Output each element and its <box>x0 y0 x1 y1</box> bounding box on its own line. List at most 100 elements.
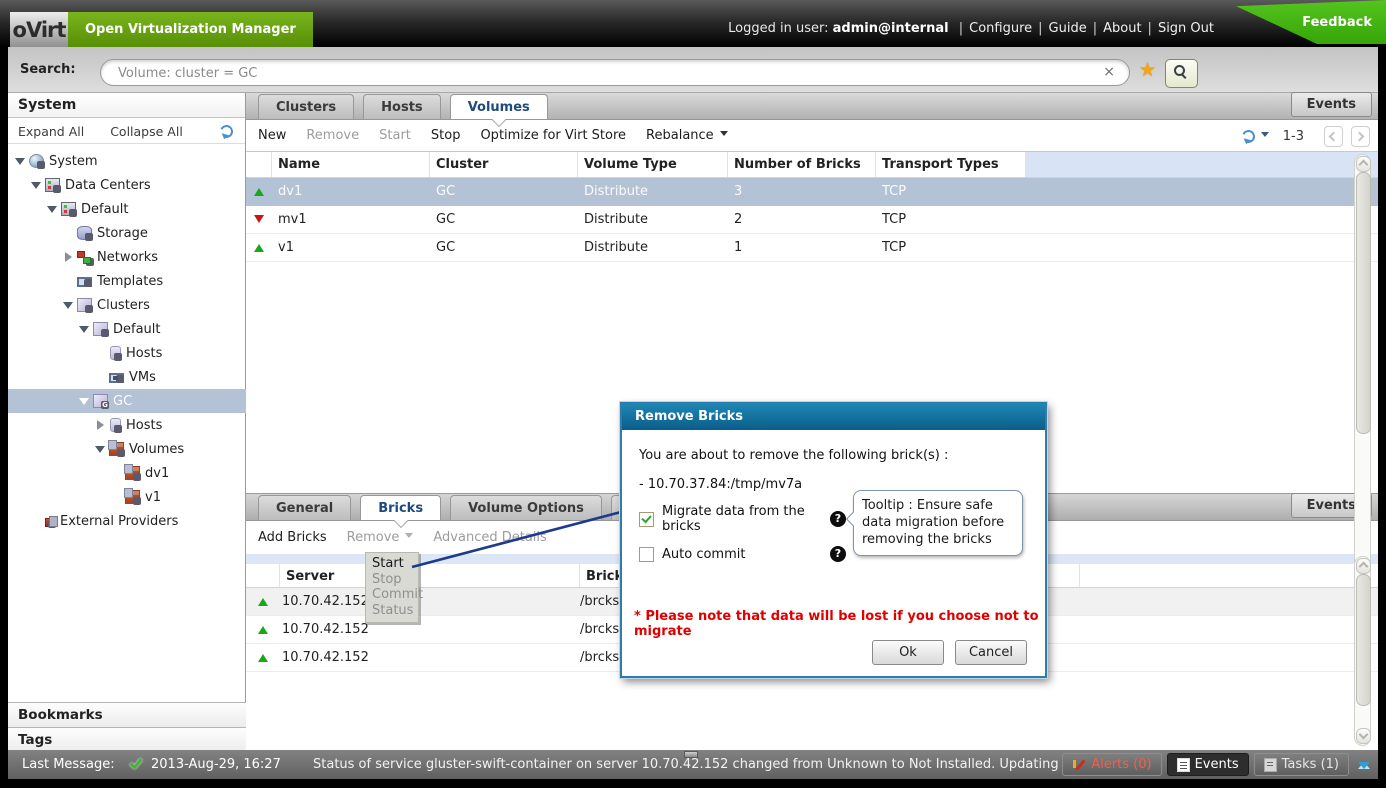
menu-item[interactable]: Start <box>372 556 418 572</box>
scroll-up-icon[interactable] <box>1356 156 1371 172</box>
column-header[interactable]: Transport Types <box>876 152 1026 177</box>
grid-refresh-icon[interactable] <box>1240 128 1257 145</box>
remove-bricks-dialog: Remove Bricks You are about to remove th… <box>620 402 1047 678</box>
scroll-down-icon[interactable] <box>1356 728 1371 744</box>
volume-row[interactable]: v1 GC Distribute 1 TCP <box>246 234 1378 262</box>
tree-expander-icon[interactable] <box>62 252 75 262</box>
column-header[interactable]: Volume Type <box>578 152 728 177</box>
bricks-toolbar-button[interactable]: Advanced Details <box>433 530 546 545</box>
tree-item[interactable]: Default <box>8 197 246 221</box>
tags-panel-header[interactable]: Tags <box>8 727 246 752</box>
tree-expander-icon[interactable] <box>46 204 59 214</box>
toolbar-button[interactable]: Start <box>379 128 411 143</box>
session-link[interactable]: Sign Out <box>1158 21 1214 36</box>
refresh-icon[interactable] <box>218 123 235 140</box>
tree-expander-icon[interactable] <box>94 348 107 358</box>
session-link[interactable]: About <box>1103 21 1141 36</box>
menu-item[interactable]: Commit <box>372 587 418 603</box>
volumes-scrollbar[interactable] <box>1354 154 1371 582</box>
scrollbar-thumb[interactable] <box>1356 172 1371 434</box>
events-button-top[interactable]: Events <box>1291 92 1372 117</box>
tasks-button[interactable]: Tasks (1) <box>1254 753 1349 776</box>
events-footer-button[interactable]: Events <box>1167 753 1249 776</box>
tree-expander-icon[interactable] <box>94 372 107 382</box>
tree-item[interactable]: Hosts <box>8 413 246 437</box>
column-header[interactable]: Number of Bricks <box>728 152 876 177</box>
help-icon[interactable]: ? <box>830 546 846 562</box>
tree-item[interactable]: Data Centers <box>8 173 246 197</box>
clear-search-icon[interactable]: × <box>1103 64 1115 80</box>
bookmark-star-icon[interactable]: ★ <box>1139 59 1156 81</box>
toolbar-button[interactable]: Remove <box>306 128 359 143</box>
dialog-title[interactable]: Remove Bricks <box>622 404 1045 430</box>
toolbar-button[interactable]: Optimize for Virt Store <box>480 128 626 143</box>
tree-item[interactable]: G GC <box>8 389 246 413</box>
prev-page-button[interactable] <box>1324 126 1343 147</box>
tree-item[interactable]: Hosts <box>8 341 246 365</box>
main-tab[interactable]: Clusters <box>258 94 354 119</box>
collapse-all-button[interactable]: Collapse All <box>110 124 183 139</box>
toolbar-button[interactable]: Rebalance <box>646 128 728 143</box>
session-link[interactable]: Guide <box>1049 21 1087 36</box>
alerts-button[interactable]: Alerts (0) <box>1062 753 1161 776</box>
expand-all-button[interactable]: Expand All <box>18 124 84 139</box>
volume-row[interactable]: mv1 GC Distribute 2 TCP <box>246 206 1378 234</box>
footer-collapse-toggle-icon[interactable] <box>1358 755 1372 775</box>
tree-expander-icon[interactable] <box>78 396 91 406</box>
icon-badge <box>101 329 109 337</box>
tree-item[interactable]: System <box>8 149 246 173</box>
tree-expander-icon[interactable] <box>78 324 91 334</box>
tree-expander-icon[interactable] <box>30 516 43 526</box>
detail-tab[interactable]: General <box>258 495 351 520</box>
bricks-toolbar-button[interactable]: Add Bricks <box>258 530 327 545</box>
last-message-text[interactable]: Status of service gluster-swift-containe… <box>313 757 1157 772</box>
detail-tab[interactable]: Volume Options <box>450 495 602 520</box>
menu-item[interactable]: Stop <box>372 572 418 588</box>
ok-button[interactable]: Ok <box>872 640 944 665</box>
scroll-up-icon[interactable] <box>1356 558 1371 574</box>
main-tab[interactable]: Hosts <box>363 94 441 119</box>
tree-expander-icon[interactable] <box>62 228 75 238</box>
tree-item[interactable]: External Providers <box>8 509 246 533</box>
tree-expander-icon[interactable] <box>30 180 43 190</box>
menu-item[interactable]: Status <box>372 603 418 619</box>
tree-item[interactable]: Volumes <box>8 437 246 461</box>
checkbox[interactable] <box>639 547 654 562</box>
column-header[interactable]: Name <box>272 152 430 177</box>
help-icon[interactable]: ? <box>830 511 846 527</box>
checkbox[interactable] <box>639 512 654 527</box>
feedback-ribbon[interactable]: Feedback <box>1236 0 1386 44</box>
tree-expander-icon[interactable] <box>62 276 75 286</box>
main-tab[interactable]: Volumes <box>450 94 548 119</box>
tree-expander-icon[interactable] <box>14 156 27 166</box>
session-link[interactable]: Configure <box>969 21 1032 36</box>
tree-item[interactable]: Storage <box>8 221 246 245</box>
bricks-toolbar-button[interactable]: Remove <box>347 530 414 545</box>
tree-item[interactable]: Networks <box>8 245 246 269</box>
tree-item[interactable]: Default <box>8 317 246 341</box>
detail-tab[interactable]: Bricks <box>360 495 441 520</box>
column-header[interactable]: Cluster <box>430 152 578 177</box>
toolbar-button[interactable]: Stop <box>431 128 461 143</box>
toolbar-button[interactable]: New <box>258 128 286 143</box>
tree-expander-icon[interactable] <box>94 444 107 454</box>
tree-item[interactable]: dv1 <box>8 461 246 485</box>
search-input[interactable] <box>116 63 1080 84</box>
tree-expander-icon[interactable] <box>110 492 123 502</box>
scrollbar-thumb[interactable] <box>1356 574 1371 706</box>
volume-row[interactable]: dv1 GC Distribute 3 TCP <box>246 178 1378 206</box>
tree-item[interactable]: Clusters <box>8 293 246 317</box>
tree-item[interactable]: Templates <box>8 269 246 293</box>
refresh-options-caret-icon[interactable] <box>1261 132 1269 141</box>
tree-expander-icon[interactable] <box>110 468 123 478</box>
bookmarks-panel-header[interactable]: Bookmarks <box>8 702 246 727</box>
tree-expander-icon[interactable] <box>62 300 75 310</box>
tree-expander-icon[interactable] <box>94 420 107 430</box>
bricks-scrollbar[interactable] <box>1354 556 1371 746</box>
brick-column-header[interactable]: Server <box>280 564 580 587</box>
tree-item[interactable]: VMs <box>8 365 246 389</box>
tree-item[interactable]: v1 <box>8 485 246 509</box>
search-button[interactable] <box>1165 59 1198 88</box>
cancel-button[interactable]: Cancel <box>955 640 1027 665</box>
next-page-button[interactable] <box>1351 126 1370 147</box>
